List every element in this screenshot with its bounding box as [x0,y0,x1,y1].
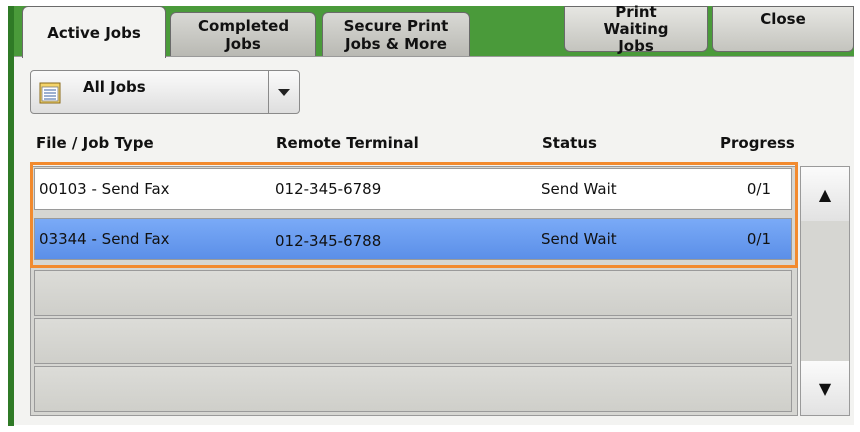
job-remote-terminal: 012-345-6789 [275,180,382,198]
job-status-screen: Active Jobs Completed Jobs Secure Print … [0,0,860,432]
triangle-down-icon: ▼ [818,378,832,398]
tab-active-jobs[interactable]: Active Jobs [22,6,166,58]
job-progress: 0/1 [746,180,771,198]
tab-label: Completed Jobs [198,16,290,53]
scroll-down-button[interactable]: ▼ [801,361,849,415]
job-row-selected[interactable]: 03344 - Send Fax 012-345-6788 Send Wait … [34,218,792,260]
tab-label: Active Jobs [47,23,141,42]
empty-row [34,270,792,316]
chevron-down-icon [278,89,290,96]
job-status: Send Wait [541,180,617,198]
button-label: Close [760,10,806,28]
job-filter-dropdown[interactable]: All Jobs [30,70,300,114]
job-status: Send Wait [541,230,617,248]
dropdown-arrow[interactable] [268,71,299,113]
job-remote-terminal: 012-345-6788 [275,232,382,250]
close-button[interactable]: Close [712,6,854,52]
job-file: 03344 - Send Fax [39,230,170,248]
column-header-progress: Progress [720,134,795,152]
job-row[interactable]: 00103 - Send Fax 012-345-6789 Send Wait … [34,168,792,210]
list-scrollbar[interactable]: ▲ ▼ [800,166,850,416]
scroll-up-button[interactable]: ▲ [801,167,849,221]
button-label: Print Waiting Jobs [603,2,669,55]
column-header-file: File / Job Type [36,134,154,152]
triangle-up-icon: ▲ [818,184,832,204]
tab-completed-jobs[interactable]: Completed Jobs [170,12,316,56]
empty-row [34,366,792,412]
filter-selected-label: All Jobs [83,78,146,96]
tab-label: Secure Print Jobs & More [343,16,449,53]
column-header-status: Status [542,134,597,152]
print-waiting-jobs-button[interactable]: Print Waiting Jobs [564,2,708,55]
empty-row [34,318,792,364]
job-file: 00103 - Send Fax [39,180,170,198]
column-header-remote: Remote Terminal [276,134,419,152]
tab-secure-print-jobs[interactable]: Secure Print Jobs & More [322,12,470,56]
job-progress: 0/1 [746,230,771,248]
job-list-icon [39,82,61,104]
